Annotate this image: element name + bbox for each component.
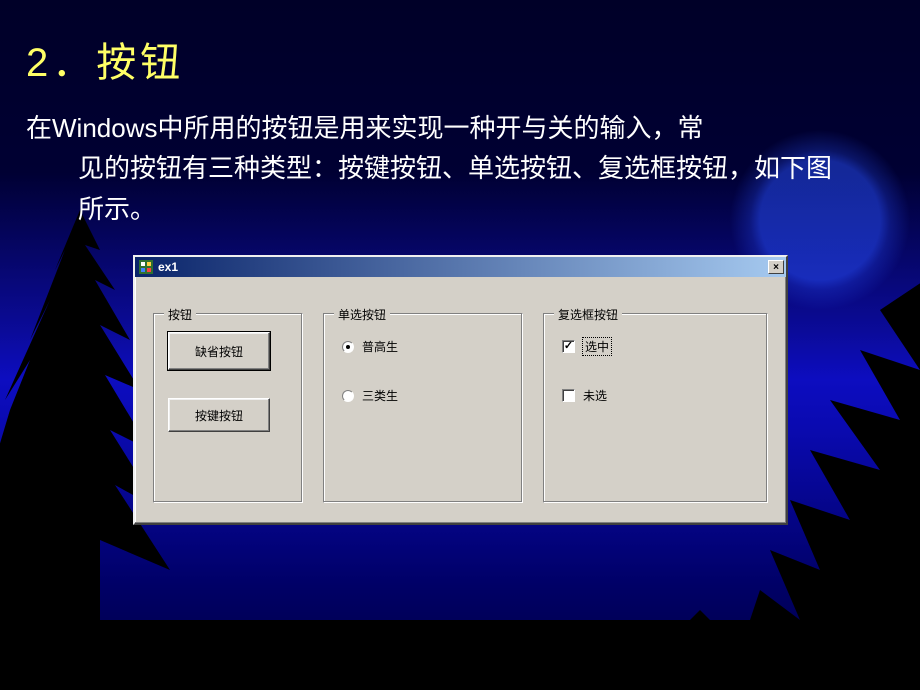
window-titlebar[interactable]: ex1 × (135, 257, 786, 277)
radio-option-2[interactable]: 三类生 (342, 387, 504, 404)
radio-option-1[interactable]: 普高生 (342, 338, 504, 355)
window-client-area: 按钮 缺省按钮 按键按钮 单选按钮 普高生 三类生 (135, 277, 786, 521)
close-button[interactable]: × (768, 260, 784, 274)
example-window: ex1 × 按钮 缺省按钮 按键按钮 单选按钮 普高生 (133, 255, 788, 525)
paragraph-line2: 见的按钮有三种类型：按键按钮、单选按钮、复选框按钮，如下图所示。 (26, 148, 846, 229)
default-button-label: 缺省按钮 (195, 343, 243, 360)
slide-paragraph: 在Windows中所用的按钮是用来实现一种开与关的输入，常 见的按钮有三种类型：… (26, 108, 846, 229)
default-button[interactable]: 缺省按钮 (168, 332, 270, 370)
checkbox-option-1[interactable]: 选中 (562, 338, 749, 355)
groupbox-checkbox: 复选框按钮 选中 未选 (543, 313, 768, 503)
checkbox-label: 未选 (583, 387, 607, 404)
groupbox-radio-legend: 单选按钮 (334, 306, 390, 323)
radio-icon (342, 341, 354, 353)
push-button-label: 按键按钮 (195, 407, 243, 424)
checkbox-icon (562, 389, 575, 402)
push-button[interactable]: 按键按钮 (168, 398, 270, 432)
slide-content: 2．按钮 在Windows中所用的按钮是用来实现一种开与关的输入，常 见的按钮有… (0, 0, 920, 259)
checkbox-icon (562, 340, 575, 353)
paragraph-line1: 在Windows中所用的按钮是用来实现一种开与关的输入，常 (26, 113, 703, 143)
checkbox-label: 选中 (583, 338, 611, 355)
groupbox-buttons: 按钮 缺省按钮 按键按钮 (153, 313, 303, 503)
groupbox-checkbox-legend: 复选框按钮 (554, 306, 622, 323)
radio-icon (342, 390, 354, 402)
checkbox-option-2[interactable]: 未选 (562, 387, 749, 404)
slide-title: 2．按钮 (26, 30, 894, 88)
groupbox-buttons-legend: 按钮 (164, 306, 196, 323)
groupbox-radio: 单选按钮 普高生 三类生 (323, 313, 523, 503)
close-icon: × (773, 262, 779, 273)
app-icon (138, 259, 154, 275)
radio-label: 普高生 (362, 338, 398, 355)
window-title-text: ex1 (158, 260, 178, 274)
radio-label: 三类生 (362, 387, 398, 404)
